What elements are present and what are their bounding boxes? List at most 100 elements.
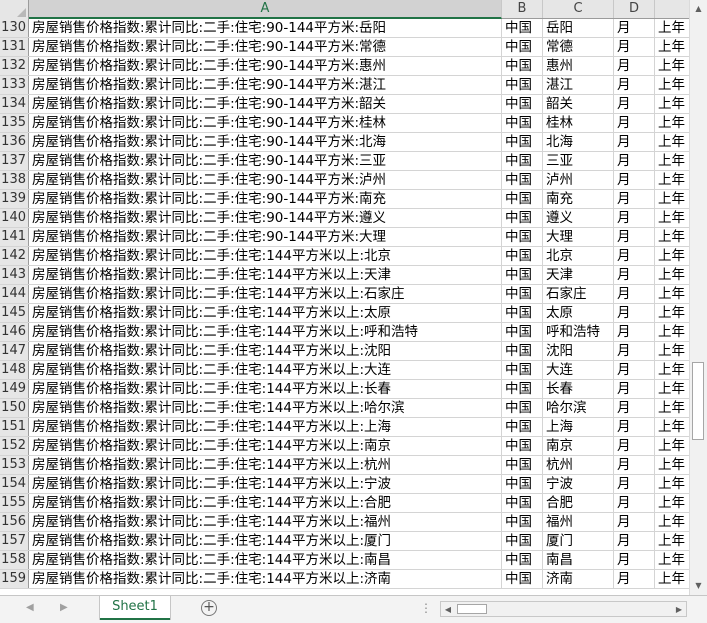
cell-b[interactable]: 中国	[502, 209, 543, 227]
cell-b[interactable]: 中国	[502, 285, 543, 303]
cell-a[interactable]: 房屋销售价格指数:累计同比:二手:住宅:90-144平方米:常德	[29, 38, 502, 56]
row-number-header[interactable]: 153	[0, 456, 29, 474]
cell-a[interactable]: 房屋销售价格指数:累计同比:二手:住宅:90-144平方米:湛江	[29, 76, 502, 94]
cell-e[interactable]: 上年	[655, 209, 689, 227]
cell-b[interactable]: 中国	[502, 266, 543, 284]
cell-e[interactable]: 上年	[655, 247, 689, 265]
cell-e[interactable]: 上年	[655, 570, 689, 588]
cell-b[interactable]: 中国	[502, 456, 543, 474]
row-number-header[interactable]: 136	[0, 133, 29, 151]
cell-e[interactable]: 上年	[655, 190, 689, 208]
row-number-header[interactable]: 134	[0, 95, 29, 113]
column-header-e[interactable]	[655, 0, 689, 18]
column-header-c[interactable]: C	[543, 0, 614, 18]
row-number-header[interactable]: 158	[0, 551, 29, 569]
row-number-header[interactable]: 147	[0, 342, 29, 360]
cell-e[interactable]: 上年	[655, 95, 689, 113]
cell-b[interactable]: 中国	[502, 114, 543, 132]
next-sheet-icon[interactable]: ▶	[60, 602, 68, 613]
cell-a[interactable]: 房屋销售价格指数:累计同比:二手:住宅:144平方米以上:上海	[29, 418, 502, 436]
cell-a[interactable]: 房屋销售价格指数:累计同比:二手:住宅:90-144平方米:岳阳	[29, 19, 502, 37]
row-number-header[interactable]: 135	[0, 114, 29, 132]
cell-a[interactable]: 房屋销售价格指数:累计同比:二手:住宅:144平方米以上:沈阳	[29, 342, 502, 360]
row-number-header[interactable]: 156	[0, 513, 29, 531]
cell-b[interactable]: 中国	[502, 190, 543, 208]
cell-a[interactable]: 房屋销售价格指数:累计同比:二手:住宅:90-144平方米:遵义	[29, 209, 502, 227]
row-number-header[interactable]: 150	[0, 399, 29, 417]
cell-b[interactable]: 中国	[502, 323, 543, 341]
cell-b[interactable]: 中国	[502, 570, 543, 588]
row-number-header[interactable]: 130	[0, 19, 29, 37]
row-number-header[interactable]: 159	[0, 570, 29, 588]
cell-e[interactable]: 上年	[655, 76, 689, 94]
column-header-a[interactable]: A	[29, 0, 502, 19]
row-number-header[interactable]: 144	[0, 285, 29, 303]
cell-e[interactable]: 上年	[655, 399, 689, 417]
cell-d[interactable]: 月	[614, 171, 655, 189]
row-number-header[interactable]: 145	[0, 304, 29, 322]
cell-b[interactable]: 中国	[502, 95, 543, 113]
cell-e[interactable]: 上年	[655, 19, 689, 37]
cell-d[interactable]: 月	[614, 19, 655, 37]
cell-e[interactable]: 上年	[655, 361, 689, 379]
cell-e[interactable]: 上年	[655, 551, 689, 569]
cell-e[interactable]: 上年	[655, 38, 689, 56]
row-number-header[interactable]: 131	[0, 38, 29, 56]
cell-a[interactable]: 房屋销售价格指数:累计同比:二手:住宅:90-144平方米:韶关	[29, 95, 502, 113]
cell-d[interactable]: 月	[614, 247, 655, 265]
vertical-scrollbar[interactable]: ▲ ▼	[689, 0, 707, 595]
cell-a[interactable]: 房屋销售价格指数:累计同比:二手:住宅:90-144平方米:桂林	[29, 114, 502, 132]
prev-sheet-icon[interactable]: ◀	[26, 602, 34, 613]
row-number-header[interactable]: 139	[0, 190, 29, 208]
cell-e[interactable]: 上年	[655, 437, 689, 455]
cell-e[interactable]: 上年	[655, 266, 689, 284]
cell-b[interactable]: 中国	[502, 133, 543, 151]
row-number-header[interactable]: 149	[0, 380, 29, 398]
cell-e[interactable]: 上年	[655, 494, 689, 512]
cell-c[interactable]: 湛江	[543, 76, 614, 94]
cell-d[interactable]: 月	[614, 323, 655, 341]
scroll-left-icon[interactable]: ◀	[441, 602, 455, 616]
cell-a[interactable]: 房屋销售价格指数:累计同比:二手:住宅:90-144平方米:三亚	[29, 152, 502, 170]
cell-c[interactable]: 泸州	[543, 171, 614, 189]
cell-c[interactable]: 遵义	[543, 209, 614, 227]
cell-a[interactable]: 房屋销售价格指数:累计同比:二手:住宅:144平方米以上:济南	[29, 570, 502, 588]
cell-a[interactable]: 房屋销售价格指数:累计同比:二手:住宅:144平方米以上:杭州	[29, 456, 502, 474]
cell-c[interactable]: 三亚	[543, 152, 614, 170]
cell-d[interactable]: 月	[614, 380, 655, 398]
cell-b[interactable]: 中国	[502, 494, 543, 512]
cell-c[interactable]: 天津	[543, 266, 614, 284]
row-number-header[interactable]: 141	[0, 228, 29, 246]
cell-e[interactable]: 上年	[655, 152, 689, 170]
cell-d[interactable]: 月	[614, 551, 655, 569]
cell-a[interactable]: 房屋销售价格指数:累计同比:二手:住宅:90-144平方米:惠州	[29, 57, 502, 75]
cell-c[interactable]: 南充	[543, 190, 614, 208]
cell-e[interactable]: 上年	[655, 285, 689, 303]
cell-d[interactable]: 月	[614, 57, 655, 75]
row-number-header[interactable]: 143	[0, 266, 29, 284]
cell-d[interactable]: 月	[614, 228, 655, 246]
select-all-button[interactable]	[0, 0, 29, 19]
cell-e[interactable]: 上年	[655, 342, 689, 360]
cell-c[interactable]: 桂林	[543, 114, 614, 132]
cell-b[interactable]: 中国	[502, 228, 543, 246]
cell-e[interactable]: 上年	[655, 418, 689, 436]
cell-d[interactable]: 月	[614, 285, 655, 303]
cell-c[interactable]: 岳阳	[543, 19, 614, 37]
cell-a[interactable]: 房屋销售价格指数:累计同比:二手:住宅:90-144平方米:北海	[29, 133, 502, 151]
cell-d[interactable]: 月	[614, 475, 655, 493]
cell-b[interactable]: 中国	[502, 361, 543, 379]
cell-d[interactable]: 月	[614, 133, 655, 151]
row-number-header[interactable]: 148	[0, 361, 29, 379]
cell-d[interactable]: 月	[614, 570, 655, 588]
cell-e[interactable]: 上年	[655, 380, 689, 398]
cell-e[interactable]: 上年	[655, 57, 689, 75]
cell-c[interactable]: 长春	[543, 380, 614, 398]
row-number-header[interactable]: 151	[0, 418, 29, 436]
cell-c[interactable]: 呼和浩特	[543, 323, 614, 341]
cell-e[interactable]: 上年	[655, 114, 689, 132]
cell-e[interactable]: 上年	[655, 323, 689, 341]
cell-d[interactable]: 月	[614, 114, 655, 132]
cell-b[interactable]: 中国	[502, 19, 543, 37]
cell-d[interactable]: 月	[614, 152, 655, 170]
